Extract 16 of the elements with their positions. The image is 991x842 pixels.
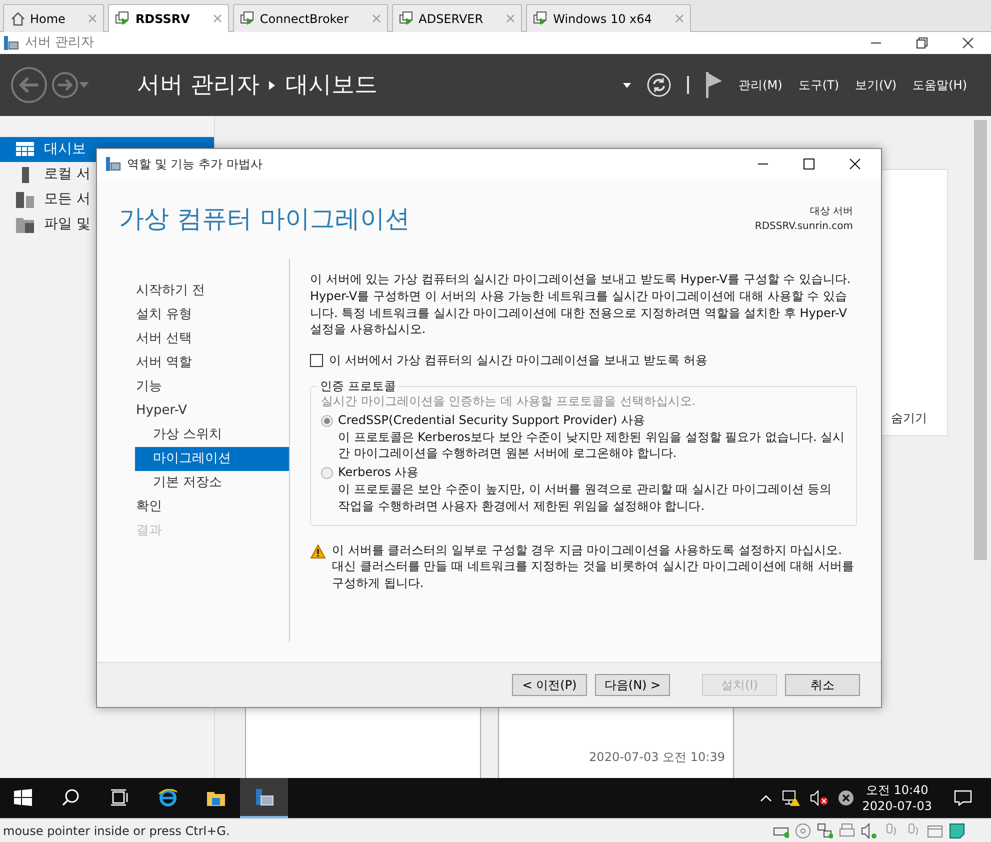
window-title: 서버 관리자 [25, 34, 94, 52]
breadcrumb-item: 대시보드 [285, 70, 378, 100]
target-label: 대상 서버 [808, 205, 853, 219]
warning-text: 이 서버를 클러스터의 일부로 구성할 경우 지금 마이그레이션을 사용하도록 설정하지 마십시오. 대신 클러스터를 만들 때 네트워크를 지정하는 것을 비롯하여 실시간 마이그레이션에 대해 서버를 구성하게 됩니다. [332, 542, 855, 592]
radio-label: CredSSP(Credential Security Support Provider) 사용 [338, 412, 646, 429]
option-description: 이 프로토콜은 보안 수준이 높지만, 이 서버를 원격으로 관리할 때 실시간 마이그레이션 등의 작업을 수행하려면 사용자 환경에서 제한된 위임을 설정해야 합니다. [338, 480, 833, 515]
radio-label: Kerberos 사용 [338, 464, 420, 481]
dialog-title: 역할 및 기능 추가 마법사 [127, 156, 262, 173]
target-server: RDSSRV.sunrin.com [754, 220, 853, 234]
description-text: 이 서버에 있는 가상 컴퓨터의 실시간 마이그레이션을 보내고 받도록 Hyper-V를 구성할 수 있습니다. Hyper-V를 구성하면 이 서버의 사용 가능한 네트워크를 실시간 마이그레이션에 대해 사용할 수 있습니다. 특정 네트워크를 실시간 마이그레이션에 대한 전용으로 지정하려면 역할을 설치한 후 Hyper-V 설정을 사용하십시오. [310, 271, 852, 338]
status-text: mouse pointer inside or press Ctrl+G. [3, 822, 230, 840]
option-description: 이 프로토콜은 Kerberos보다 보안 수준이 낮지만 제한된 위임을 설정할 필요가 없습니다. 실시간 마이그레이션을 수행하려면 원본 서버에 로그온해야 합니다. [338, 428, 846, 462]
checkbox-label: 이 서버에서 가상 컴퓨터의 실시간 마이그레이션을 보내고 받도록 허용 [329, 352, 708, 369]
page-title: 가상 컴퓨터 마이그레이션 [119, 203, 410, 236]
timestamp: 2020-07-03 오전 10:39 [589, 749, 725, 766]
hint-text: 실시간 마이그레이션을 인증하는 데 사용할 프로토콜을 선택하십시오. [321, 392, 697, 410]
